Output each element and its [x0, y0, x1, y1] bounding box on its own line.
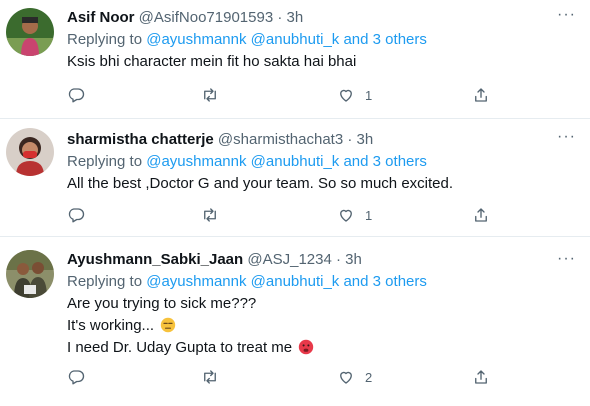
display-name[interactable]: Asif Noor [67, 9, 135, 26]
and-text: and [343, 273, 369, 290]
tweet-text-line: All the best ,Doctor G and your team. So… [67, 175, 454, 192]
tweet[interactable]: sharmistha chatterje @sharmisthachat3 · … [0, 118, 590, 237]
retweet-icon [204, 88, 216, 102]
reply-button[interactable] [67, 366, 85, 388]
avatar-image [6, 250, 54, 298]
like-button[interactable]: 1 [337, 84, 372, 106]
tweet-actions: 1 [67, 84, 497, 106]
replying-to: Replying to @ayushmannk @anubhuti_k and … [67, 152, 550, 172]
mention-link[interactable]: @ayushmannk [146, 31, 246, 48]
tweet-header: Asif Noor @AsifNoo71901593 · 3h [67, 8, 550, 28]
others-link[interactable]: 3 others [373, 153, 427, 170]
share-icon [475, 370, 487, 384]
retweet-button[interactable] [201, 84, 219, 106]
tweet[interactable]: Asif Noor @AsifNoo71901593 · 3h Replying… [0, 0, 590, 119]
mention-link[interactable]: @ayushmannk [146, 273, 246, 290]
reply-button[interactable] [67, 84, 85, 106]
others-link[interactable]: 3 others [373, 31, 427, 48]
separator-dot: · [347, 131, 353, 148]
heart-icon [340, 209, 352, 222]
tweet-text: All the best ,Doctor G and your team. So… [67, 173, 550, 195]
share-icon [475, 88, 487, 102]
retweet-icon [204, 370, 216, 384]
share-button[interactable] [472, 84, 490, 106]
share-icon [475, 208, 487, 222]
and-text: and [343, 153, 369, 170]
nauseated-face-emoji-icon [299, 339, 314, 355]
tweet-text-line: It's working... [67, 317, 155, 334]
replying-to-label: Replying to [67, 31, 143, 48]
heart-icon [340, 371, 352, 384]
mention-link[interactable]: @anubhuti_k [251, 31, 340, 48]
more-options-icon[interactable]: ··· [557, 128, 576, 146]
like-count: 1 [365, 207, 373, 223]
and-text: and [343, 31, 369, 48]
retweet-icon [204, 208, 216, 222]
tweet-text-line: I need Dr. Uday Gupta to treat me [67, 339, 293, 356]
mention-link[interactable]: @anubhuti_k [251, 273, 340, 290]
display-name[interactable]: sharmistha chatterje [67, 131, 214, 148]
tweet-text-line-row: I need Dr. Uday Gupta to treat me [67, 337, 550, 359]
more-options-icon[interactable]: ··· [557, 250, 576, 268]
display-name[interactable]: Ayushmann_Sabki_Jaan [67, 251, 243, 268]
retweet-button[interactable] [201, 366, 219, 388]
timestamp[interactable]: 3h [345, 251, 362, 268]
timestamp[interactable]: 3h [287, 9, 304, 26]
avatar[interactable] [6, 250, 54, 298]
replying-to-label: Replying to [67, 153, 143, 170]
avatar[interactable] [6, 8, 54, 56]
tweet-actions: 2 [67, 366, 497, 388]
avatar-image [6, 8, 54, 56]
avatar[interactable] [6, 128, 54, 176]
replying-to-label: Replying to [67, 273, 143, 290]
timestamp[interactable]: 3h [357, 131, 374, 148]
unamused-face-emoji-icon [161, 317, 176, 333]
like-count: 1 [365, 87, 373, 103]
tweet[interactable]: Ayushmann_Sabki_Jaan @ASJ_1234 · 3h Repl… [0, 236, 590, 406]
more-options-icon[interactable]: ··· [557, 6, 576, 24]
tweet-actions: 1 [67, 204, 497, 226]
avatar-image [6, 128, 54, 176]
share-button[interactable] [472, 366, 490, 388]
others-link[interactable]: 3 others [373, 273, 427, 290]
share-button[interactable] [472, 204, 490, 226]
tweet-header: sharmistha chatterje @sharmisthachat3 · … [67, 130, 550, 150]
tweet-text-line: Are you trying to sick me??? [67, 295, 257, 312]
user-handle[interactable]: @AsifNoo71901593 [139, 9, 274, 26]
like-count: 2 [365, 369, 373, 385]
replying-to: Replying to @ayushmannk @anubhuti_k and … [67, 272, 550, 292]
tweet-text: Ksis bhi character mein fit ho sakta hai… [67, 51, 550, 73]
reply-icon [68, 208, 85, 223]
like-button[interactable]: 2 [337, 366, 372, 388]
retweet-button[interactable] [201, 204, 219, 226]
user-handle[interactable]: @sharmisthachat3 [218, 131, 343, 148]
separator-dot: · [335, 251, 341, 268]
tweet-header: Ayushmann_Sabki_Jaan @ASJ_1234 · 3h [67, 250, 550, 270]
heart-icon [340, 89, 352, 102]
like-button[interactable]: 1 [337, 204, 372, 226]
user-handle[interactable]: @ASJ_1234 [247, 251, 331, 268]
reply-icon [68, 370, 85, 385]
reply-button[interactable] [67, 204, 85, 226]
tweet-text-line-row: It's working... [67, 315, 550, 337]
replying-to: Replying to @ayushmannk @anubhuti_k and … [67, 30, 550, 50]
tweet-text-line: Ksis bhi character mein fit ho sakta hai… [67, 53, 357, 70]
separator-dot: · [277, 9, 283, 26]
mention-link[interactable]: @anubhuti_k [251, 153, 340, 170]
mention-link[interactable]: @ayushmannk [146, 153, 246, 170]
tweet-text: Are you trying to sick me??? It's workin… [67, 293, 550, 359]
reply-icon [68, 88, 85, 103]
